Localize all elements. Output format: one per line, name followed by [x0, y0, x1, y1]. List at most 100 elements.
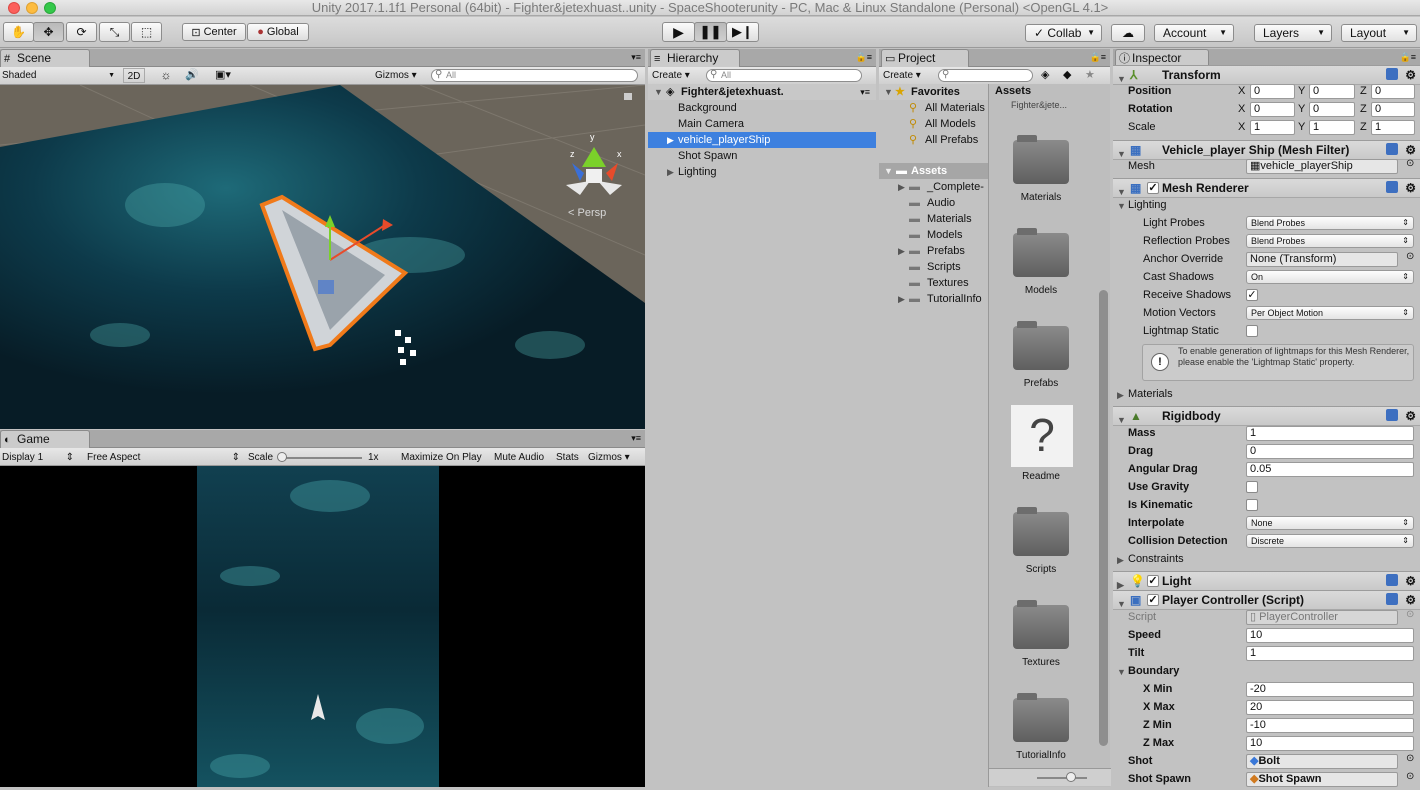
- expand-triangle-icon[interactable]: ▶: [667, 132, 674, 148]
- asset-folder-item[interactable]: ▬ Scripts: [879, 259, 988, 275]
- 2d-toggle-button[interactable]: 2D: [123, 68, 145, 83]
- help-book-icon[interactable]: [1386, 574, 1398, 586]
- audio-toggle-icon[interactable]: 🔊: [180, 68, 204, 81]
- interpolate-dropdown[interactable]: None ⇕: [1246, 516, 1414, 530]
- asset-folder-item[interactable]: ▬ Materials: [879, 211, 988, 227]
- readme-question-icon[interactable]: ?: [1011, 405, 1073, 467]
- favorites-header[interactable]: ▼ ★ Favorites: [879, 84, 988, 100]
- asset-folder-item[interactable]: ▶ ▬ Prefabs: [879, 243, 988, 259]
- mesh-object-field[interactable]: ▦vehicle_playerShip: [1246, 159, 1398, 174]
- stats-toggle[interactable]: Stats: [556, 450, 579, 465]
- reflection-probes-dropdown[interactable]: Blend Probes ⇕: [1246, 234, 1414, 248]
- z-max-field[interactable]: 10: [1246, 736, 1414, 751]
- mass-field[interactable]: 1: [1246, 426, 1414, 441]
- anchor-override-field[interactable]: None (Transform): [1246, 252, 1398, 267]
- game-gizmos-dropdown[interactable]: Gizmos ▾: [588, 450, 630, 465]
- pause-button[interactable]: ❚❚: [694, 22, 727, 42]
- panel-menu-icon[interactable]: ▾≡: [631, 52, 641, 63]
- scene-search-input[interactable]: ⚲ All: [431, 69, 638, 82]
- account-dropdown[interactable]: Account ▼: [1154, 24, 1234, 42]
- hierarchy-create-dropdown[interactable]: Create ▾: [652, 69, 698, 83]
- asset-folder-item[interactable]: ▬ Models: [879, 227, 988, 243]
- z-min-field[interactable]: -10: [1246, 718, 1414, 733]
- expand-triangle-icon[interactable]: ▶: [898, 243, 905, 259]
- favorite-item[interactable]: ⚲ All Materials: [879, 100, 988, 116]
- expand-triangle-icon[interactable]: ▶: [898, 291, 905, 307]
- shot-object-field[interactable]: ◆Bolt: [1246, 754, 1398, 769]
- lightmap-static-checkbox[interactable]: [1246, 325, 1258, 337]
- hierarchy-item-selected[interactable]: ▶ vehicle_playerShip: [648, 132, 876, 148]
- motion-vectors-dropdown[interactable]: Per Object Motion ⇕: [1246, 306, 1414, 320]
- constraints-foldout-label[interactable]: Constraints: [1128, 551, 1184, 567]
- help-book-icon[interactable]: [1386, 143, 1398, 155]
- asset-folder-materials[interactable]: [1013, 135, 1069, 184]
- scale-tool-button[interactable]: ⤡: [99, 22, 130, 42]
- scale-y-field[interactable]: 1: [1309, 120, 1355, 135]
- light-header[interactable]: ▶ 💡 ✓ Light ⚙: [1113, 571, 1420, 591]
- rotate-tool-button[interactable]: ⟳: [66, 22, 97, 42]
- scale-z-field[interactable]: 1: [1371, 120, 1415, 135]
- object-picker-icon[interactable]: ⊙: [1406, 251, 1414, 262]
- rotation-y-field[interactable]: 0: [1309, 102, 1355, 117]
- tilt-field[interactable]: 1: [1246, 646, 1414, 661]
- mesh-renderer-header[interactable]: ▼ ▦ ✓ Mesh Renderer ⚙: [1113, 178, 1420, 198]
- icon-size-slider-thumb[interactable]: [1066, 772, 1076, 782]
- position-z-field[interactable]: 0: [1371, 84, 1415, 99]
- hand-tool-button[interactable]: ✋: [3, 22, 34, 42]
- rect-tool-button[interactable]: ⬚: [131, 22, 162, 42]
- expand-triangle-icon[interactable]: ▼: [1117, 411, 1126, 429]
- gear-icon[interactable]: ⚙: [1405, 572, 1416, 590]
- is-kinematic-checkbox[interactable]: [1246, 499, 1258, 511]
- help-book-icon[interactable]: [1386, 593, 1398, 605]
- lighting-foldout-label[interactable]: Lighting: [1128, 197, 1167, 213]
- layers-dropdown[interactable]: Layers ▼: [1254, 24, 1332, 42]
- filter-label-icon[interactable]: ◆: [1063, 68, 1071, 81]
- game-view[interactable]: [0, 466, 645, 787]
- transform-header[interactable]: ▼ ⅄ Transform ⚙: [1113, 65, 1420, 85]
- gear-icon[interactable]: ⚙: [1405, 179, 1416, 197]
- layout-dropdown[interactable]: Layout ▼: [1341, 24, 1417, 42]
- expand-triangle-icon[interactable]: ▶: [1117, 555, 1124, 566]
- asset-folder-tutorialinfo[interactable]: [1013, 693, 1069, 742]
- light-probes-dropdown[interactable]: Blend Probes ⇕: [1246, 216, 1414, 230]
- rigidbody-header[interactable]: ▼ ▲ Rigidbody ⚙: [1113, 406, 1420, 426]
- mute-audio-toggle[interactable]: Mute Audio: [494, 450, 544, 465]
- object-picker-icon[interactable]: ⊙: [1406, 771, 1414, 782]
- help-book-icon[interactable]: [1386, 181, 1398, 193]
- asset-grid-scrollbar[interactable]: [1099, 290, 1108, 746]
- expand-triangle-icon[interactable]: ▼: [884, 163, 893, 179]
- shading-mode-dropdown[interactable]: Shaded ▼: [2, 68, 117, 83]
- asset-folder-prefabs[interactable]: [1013, 321, 1069, 370]
- asset-folder-item[interactable]: ▶ ▬ _Complete-: [879, 179, 988, 195]
- boundary-foldout-label[interactable]: Boundary: [1128, 663, 1179, 679]
- assets-root-row[interactable]: ▼ ▬ Assets: [879, 163, 988, 179]
- collab-dropdown[interactable]: ✓ Collab ▼: [1025, 24, 1102, 42]
- gear-icon[interactable]: ⚙: [1405, 591, 1416, 609]
- tab-game[interactable]: ◐ Game: [0, 430, 90, 448]
- lighting-toggle-icon[interactable]: ☼: [154, 68, 178, 82]
- expand-triangle-icon[interactable]: ▼: [884, 84, 893, 100]
- position-y-field[interactable]: 0: [1309, 84, 1355, 99]
- help-book-icon[interactable]: [1386, 68, 1398, 80]
- help-book-icon[interactable]: [1386, 409, 1398, 421]
- tab-project[interactable]: ▭ Project: [881, 49, 969, 67]
- scene-gizmos-dropdown[interactable]: Gizmos ▾: [375, 68, 425, 83]
- expand-triangle-icon[interactable]: ▶: [667, 164, 674, 180]
- panel-menu-icon[interactable]: ▾≡: [631, 433, 641, 444]
- position-x-field[interactable]: 0: [1250, 84, 1295, 99]
- hierarchy-search-input[interactable]: ⚲ All: [706, 69, 862, 82]
- project-search-input[interactable]: ⚲: [938, 69, 1033, 82]
- expand-triangle-icon[interactable]: ▼: [1117, 201, 1126, 211]
- gear-icon[interactable]: ⚙: [1405, 66, 1416, 84]
- player-controller-header[interactable]: ▼ ▣ ✓ Player Controller (Script) ⚙: [1113, 590, 1420, 610]
- use-gravity-checkbox[interactable]: [1246, 481, 1258, 493]
- move-plane-handle[interactable]: [318, 280, 334, 294]
- hierarchy-item[interactable]: Background: [648, 100, 876, 116]
- light-enabled-checkbox[interactable]: ✓: [1147, 575, 1159, 587]
- hierarchy-item[interactable]: ▶ Lighting: [648, 164, 876, 180]
- scene-menu-icon[interactable]: ▾≡: [860, 84, 870, 100]
- panel-menu-icon[interactable]: 🔒≡: [1090, 52, 1106, 63]
- favorite-star-icon[interactable]: ★: [1085, 68, 1095, 81]
- expand-triangle-icon[interactable]: ▼: [1117, 70, 1126, 88]
- asset-folder-item[interactable]: ▬ Textures: [879, 275, 988, 291]
